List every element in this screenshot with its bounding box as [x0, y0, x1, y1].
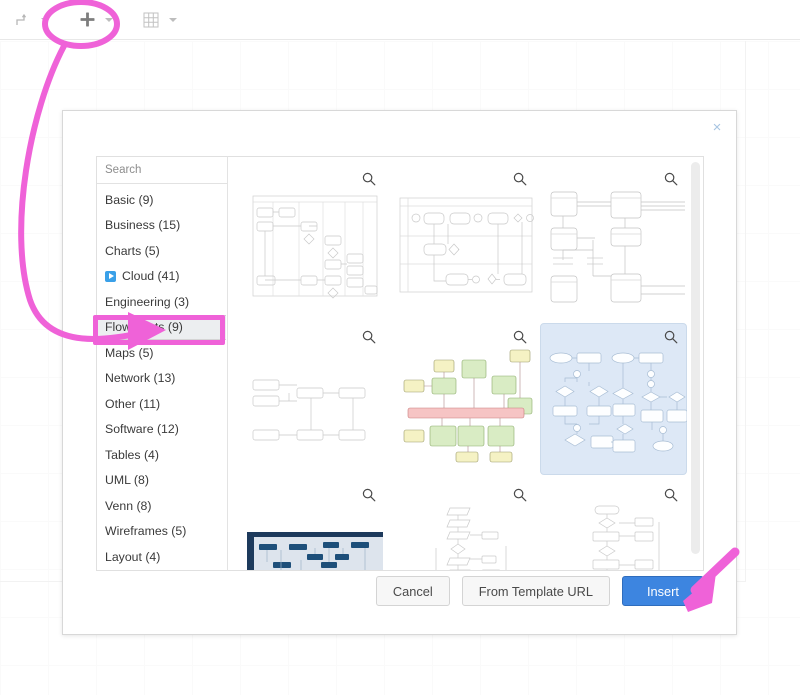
toolbar: [0, 0, 800, 40]
sidebar-item-label: Basic (9): [105, 192, 154, 207]
template-scrollbar[interactable]: [691, 162, 700, 562]
sidebar-item-label: Other (11): [105, 396, 161, 411]
sidebar-item-cloud[interactable]: Cloud (41): [97, 264, 227, 290]
sidebar-item-tables[interactable]: Tables (4): [97, 442, 227, 468]
thumbnail-image: [245, 500, 385, 570]
zoom-preview-icon[interactable]: [664, 330, 678, 344]
thumbnail-image: [547, 500, 687, 570]
sidebar-item-label: Charts (5): [105, 243, 160, 258]
template-thumb-er-gray[interactable]: [540, 165, 687, 317]
expand-play-icon[interactable]: [105, 270, 116, 282]
template-row: [236, 481, 689, 570]
thumbnail-image: [396, 184, 536, 310]
toolbar-group-waypoints: [8, 5, 52, 35]
sidebar-item-label: Maps (5): [105, 345, 154, 360]
template-thumb-blue-flow[interactable]: [540, 323, 687, 475]
category-list: Basic (9) Business (15) Charts (5) Cloud (4…: [97, 184, 227, 570]
template-scroll-area[interactable]: [228, 157, 703, 570]
category-sidebar: Basic (9) Business (15) Charts (5) Cloud (4…: [96, 156, 228, 571]
sidebar-item-label: Engineering (3): [105, 294, 190, 309]
zoom-preview-icon[interactable]: [362, 488, 376, 502]
sidebar-item-label: Network (13): [105, 371, 176, 386]
sidebar-item-layout[interactable]: Layout (4): [97, 544, 227, 570]
sidebar-item-label: UML (8): [105, 473, 149, 488]
insert-plus-icon[interactable]: [72, 5, 102, 35]
dialog-body: Basic (9) Business (15) Charts (5) Cloud (4…: [96, 156, 704, 571]
zoom-preview-icon[interactable]: [362, 330, 376, 344]
zoom-preview-icon[interactable]: [362, 172, 376, 186]
app-root: × Basic (9) Business (15) Charts (5) Cloud …: [0, 0, 800, 695]
zoom-preview-icon[interactable]: [664, 488, 678, 502]
template-row: [236, 323, 689, 481]
template-scrollbar-thumb[interactable]: [691, 162, 700, 554]
sidebar-item-charts[interactable]: Charts (5): [97, 238, 227, 264]
template-thumb-dark-navy[interactable]: [238, 481, 385, 570]
sidebar-item-maps[interactable]: Maps (5): [97, 340, 227, 366]
template-row: [236, 165, 689, 323]
sidebar-item-uml[interactable]: UML (8): [97, 468, 227, 494]
sidebar-item-software[interactable]: Software (12): [97, 417, 227, 443]
waypoints-dropdown-caret[interactable]: [38, 5, 52, 35]
thumbnail-image: [245, 342, 385, 468]
toolbar-group-insert: [72, 5, 116, 35]
template-thumb-swimlane-gray[interactable]: [238, 165, 385, 317]
thumbnail-image: [547, 184, 687, 310]
search-row: [97, 157, 227, 184]
sidebar-item-business[interactable]: Business (15): [97, 213, 227, 239]
template-thumb-tree-gray[interactable]: [238, 323, 385, 475]
insert-button[interactable]: Insert: [622, 576, 704, 606]
insert-dropdown-caret[interactable]: [102, 5, 116, 35]
sidebar-item-label: Tables (4): [105, 447, 159, 462]
cancel-button[interactable]: Cancel: [375, 576, 450, 606]
template-thumb-vertical-flow-b[interactable]: [540, 481, 687, 570]
sidebar-item-network[interactable]: Network (13): [97, 366, 227, 392]
sidebar-item-label: Business (15): [105, 218, 181, 233]
sidebar-item-engineering[interactable]: Engineering (3): [97, 289, 227, 315]
zoom-preview-icon[interactable]: [513, 488, 527, 502]
dialog-footer: Cancel From Template URL Insert: [96, 576, 704, 606]
sidebar-item-label: Venn (8): [105, 498, 152, 513]
search-input[interactable]: [105, 164, 227, 176]
sidebar-item-label: Software (12): [105, 422, 179, 437]
template-thumb-bpmn-gray[interactable]: [389, 165, 536, 317]
zoom-preview-icon[interactable]: [513, 330, 527, 344]
sidebar-item-label: Cloud (41): [122, 269, 180, 284]
sidebar-item-label: Layout (4): [105, 549, 161, 564]
from-template-url-button[interactable]: From Template URL: [461, 576, 610, 606]
thumbnail-image: [245, 184, 385, 310]
sidebar-item-wireframes[interactable]: Wireframes (5): [97, 519, 227, 545]
sidebar-item-label: Flowcharts (9): [105, 320, 183, 335]
template-panel: [228, 156, 704, 571]
sidebar-item-flowcharts[interactable]: Flowcharts (9): [98, 314, 226, 340]
template-thumb-colored[interactable]: [389, 323, 536, 475]
template-thumb-vertical-flow-a[interactable]: [389, 481, 536, 570]
thumbnail-image: [396, 500, 536, 570]
new-diagram-dialog: × Basic (9) Business (15) Charts (5) Cloud …: [62, 110, 737, 635]
sidebar-item-venn[interactable]: Venn (8): [97, 493, 227, 519]
table-grid-icon[interactable]: [136, 5, 166, 35]
zoom-preview-icon[interactable]: [664, 172, 678, 186]
sidebar-item-other[interactable]: Other (11): [97, 391, 227, 417]
toolbar-group-table: [136, 5, 180, 35]
thumbnail-image: [396, 342, 536, 468]
thumbnail-image: [547, 342, 687, 468]
sidebar-item-basic[interactable]: Basic (9): [97, 187, 227, 213]
close-icon[interactable]: ×: [708, 119, 726, 137]
waypoints-icon[interactable]: [8, 5, 38, 35]
zoom-preview-icon[interactable]: [513, 172, 527, 186]
table-dropdown-caret[interactable]: [166, 5, 180, 35]
sidebar-item-label: Wireframes (5): [105, 524, 187, 539]
